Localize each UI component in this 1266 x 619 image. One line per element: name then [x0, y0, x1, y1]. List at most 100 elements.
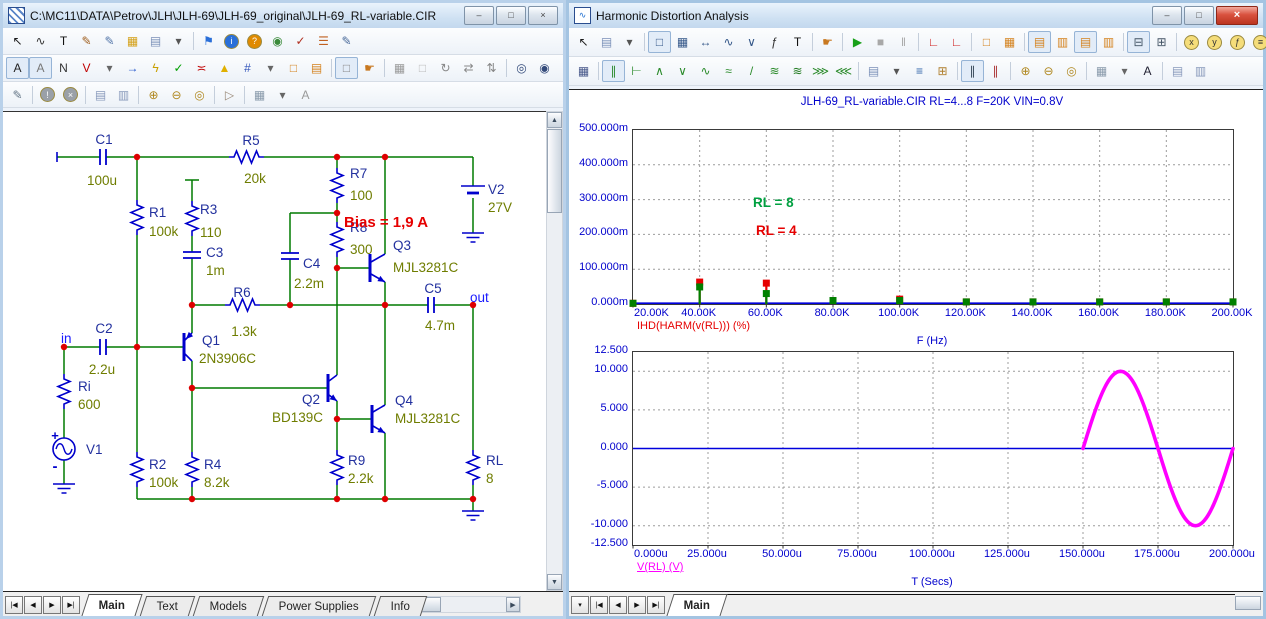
part-label-R7-name[interactable]: R7 [350, 166, 367, 181]
part-label-R5-name[interactable]: R5 [242, 133, 259, 148]
zoom-in-icon[interactable]: ⊕ [142, 84, 165, 106]
find-text-icon[interactable]: ◉ [533, 57, 556, 79]
zoom-out-icon[interactable]: ⊖ [165, 84, 188, 106]
part-label-R1-name[interactable]: R1 [149, 205, 166, 220]
ihd-plot[interactable] [632, 129, 1234, 305]
to-back-icon[interactable]: ▥ [1189, 60, 1212, 82]
to-back-icon[interactable]: ▥ [112, 84, 135, 106]
tab-power-supplies[interactable]: Power Supplies [262, 596, 376, 616]
part-label-Q3-value[interactable]: MJL3281C [393, 260, 459, 275]
scroll-right-icon[interactable]: ▶ [506, 597, 520, 612]
info-icon[interactable]: i [220, 30, 243, 52]
run-icon[interactable]: ▶ [846, 31, 869, 53]
part-label-C4-value[interactable]: 2.2m [294, 276, 324, 291]
tab-hscroll-thumb[interactable] [1235, 596, 1261, 610]
pin-mode-icon[interactable]: ✎ [98, 30, 121, 52]
cursor-wave-icon[interactable]: ∿ [694, 60, 717, 82]
part-label-R1-value[interactable]: 100k [149, 224, 179, 239]
clipboard-icon[interactable]: ▤ [595, 31, 618, 53]
conditions-icon[interactable]: ✓ [167, 57, 190, 79]
minimize-button[interactable]: – [464, 6, 494, 25]
part-label-R4-name[interactable]: R4 [204, 457, 222, 472]
zoom-in-icon[interactable]: ⊕ [1014, 60, 1037, 82]
numeric-output-icon[interactable]: ≡ [908, 60, 931, 82]
x-axis-icon[interactable]: x [1180, 31, 1203, 53]
part-label-R3-value[interactable]: 110 [200, 225, 222, 240]
attribute-text-icon[interactable]: A [6, 57, 29, 79]
cursor-horizontal-icon[interactable]: ∥ [602, 60, 625, 82]
select-arrow-icon[interactable]: ↖ [572, 31, 595, 53]
next-tab-button[interactable]: ▶ [628, 596, 646, 614]
analysis-titlebar[interactable]: ∿ Harmonic Distortion Analysis –□× [569, 3, 1263, 28]
measure-caret-icon[interactable]: ▾ [98, 57, 121, 79]
part-label-R3-name[interactable]: R3 [200, 202, 217, 217]
grid-icon[interactable]: # [236, 57, 259, 79]
select-arrow-icon[interactable]: ↖ [6, 30, 29, 52]
flip-y-icon[interactable]: ⇅ [480, 57, 503, 79]
warning-icon[interactable]: ▲ [213, 57, 236, 79]
schematic-text-input-node[interactable]: in [61, 331, 72, 346]
first-tab-button[interactable]: |◀ [5, 596, 23, 614]
rotate-icon[interactable]: ↻ [434, 57, 457, 79]
panel-stripes-3-icon[interactable]: ▤ [1074, 31, 1097, 53]
font-icon[interactable]: A [1136, 60, 1159, 82]
cursor-global-high-icon[interactable]: ⋙ [809, 60, 832, 82]
menu-circle-icon[interactable]: ≡ [1249, 31, 1266, 53]
tab-text[interactable]: Text [140, 596, 196, 616]
cursor-global-low-icon[interactable]: ⋘ [832, 60, 855, 82]
part-label-V2-value[interactable]: 27V [488, 200, 512, 215]
part-label-Q2-name[interactable]: Q2 [302, 392, 320, 407]
outline-box-icon[interactable]: □ [975, 31, 998, 53]
cursor-peak-icon[interactable]: ∧ [648, 60, 671, 82]
copy-caret-icon[interactable]: ▾ [885, 60, 908, 82]
point-mode-icon[interactable]: ∨ [740, 31, 763, 53]
panel-stripes-1-icon[interactable]: ▤ [1028, 31, 1051, 53]
part-label-Q1-value[interactable]: 2N3906C [199, 351, 256, 366]
part-label-Ri-value[interactable]: 600 [78, 397, 101, 412]
part-label-Q1-name[interactable]: Q1 [202, 333, 220, 348]
attribute-value-icon[interactable]: A [29, 57, 52, 79]
cursor-curve-icon[interactable]: ≋ [763, 60, 786, 82]
part-label-V2-name[interactable]: V2 [488, 182, 505, 197]
part-label-V1-name[interactable]: V1 [86, 442, 103, 457]
scroll-up-icon[interactable]: ▲ [547, 112, 562, 128]
flag-icon[interactable]: ⚑ [197, 30, 220, 52]
pin-connections-icon[interactable]: ≍ [190, 57, 213, 79]
schematic-text-bias-note[interactable]: Bias = 1,9 A [344, 214, 428, 231]
transient-plot[interactable] [632, 351, 1234, 546]
box-select-icon[interactable]: ▦ [388, 57, 411, 79]
first-tab-button[interactable]: |◀ [590, 596, 608, 614]
part-label-R9-value[interactable]: 2.2k [348, 471, 374, 486]
tab-main[interactable]: Main [81, 594, 142, 616]
tab-main[interactable]: Main [666, 594, 727, 616]
panel-stripes-2-icon[interactable]: ▥ [1051, 31, 1074, 53]
edit-doc-icon[interactable]: ✎ [335, 30, 358, 52]
zoom-select-icon[interactable]: □ [648, 31, 671, 53]
part-label-C4-name[interactable]: C4 [303, 256, 321, 271]
part-label-Q3-name[interactable]: Q3 [393, 238, 411, 253]
grid-display-icon[interactable]: ▦ [1090, 60, 1113, 82]
select-region-icon[interactable]: □ [335, 57, 358, 79]
part-label-R2-value[interactable]: 100k [149, 475, 179, 490]
close-button[interactable]: × [528, 6, 558, 25]
font-icon[interactable]: A [294, 84, 317, 106]
cursor-lines-icon[interactable]: ∥ [961, 60, 984, 82]
formula-icon[interactable]: ƒ [763, 31, 786, 53]
part-label-Ri-name[interactable]: Ri [78, 379, 91, 394]
stop-icon[interactable]: ■ [869, 31, 892, 53]
schematic[interactable]: C1100uR520kR1100kR3110C31mR61.3kC22.2uQ1… [3, 112, 546, 591]
cursor-wave2-icon[interactable]: ≈ [717, 60, 740, 82]
grid-display-caret-icon[interactable]: ▾ [1113, 60, 1136, 82]
cursor-mode-icon[interactable]: ∿ [717, 31, 740, 53]
copy-graph-icon[interactable]: ▤ [862, 60, 885, 82]
plot-properties-icon[interactable]: ▦ [671, 31, 694, 53]
schematic-text-v1-minus[interactable]: - [53, 458, 58, 475]
info-ball-icon[interactable]: ! [36, 84, 59, 106]
prev-tab-button[interactable]: ◀ [609, 596, 627, 614]
part-label-R8-value[interactable]: 300 [350, 242, 373, 257]
vrl-signal-label[interactable]: V(RL) (V) [637, 561, 683, 573]
graph-text-icon[interactable]: T [786, 31, 809, 53]
part-label-C1-value[interactable]: 100u [87, 173, 117, 188]
data-points-icon[interactable]: ∟ [922, 31, 945, 53]
step-curves-icon[interactable]: ∟ [945, 31, 968, 53]
